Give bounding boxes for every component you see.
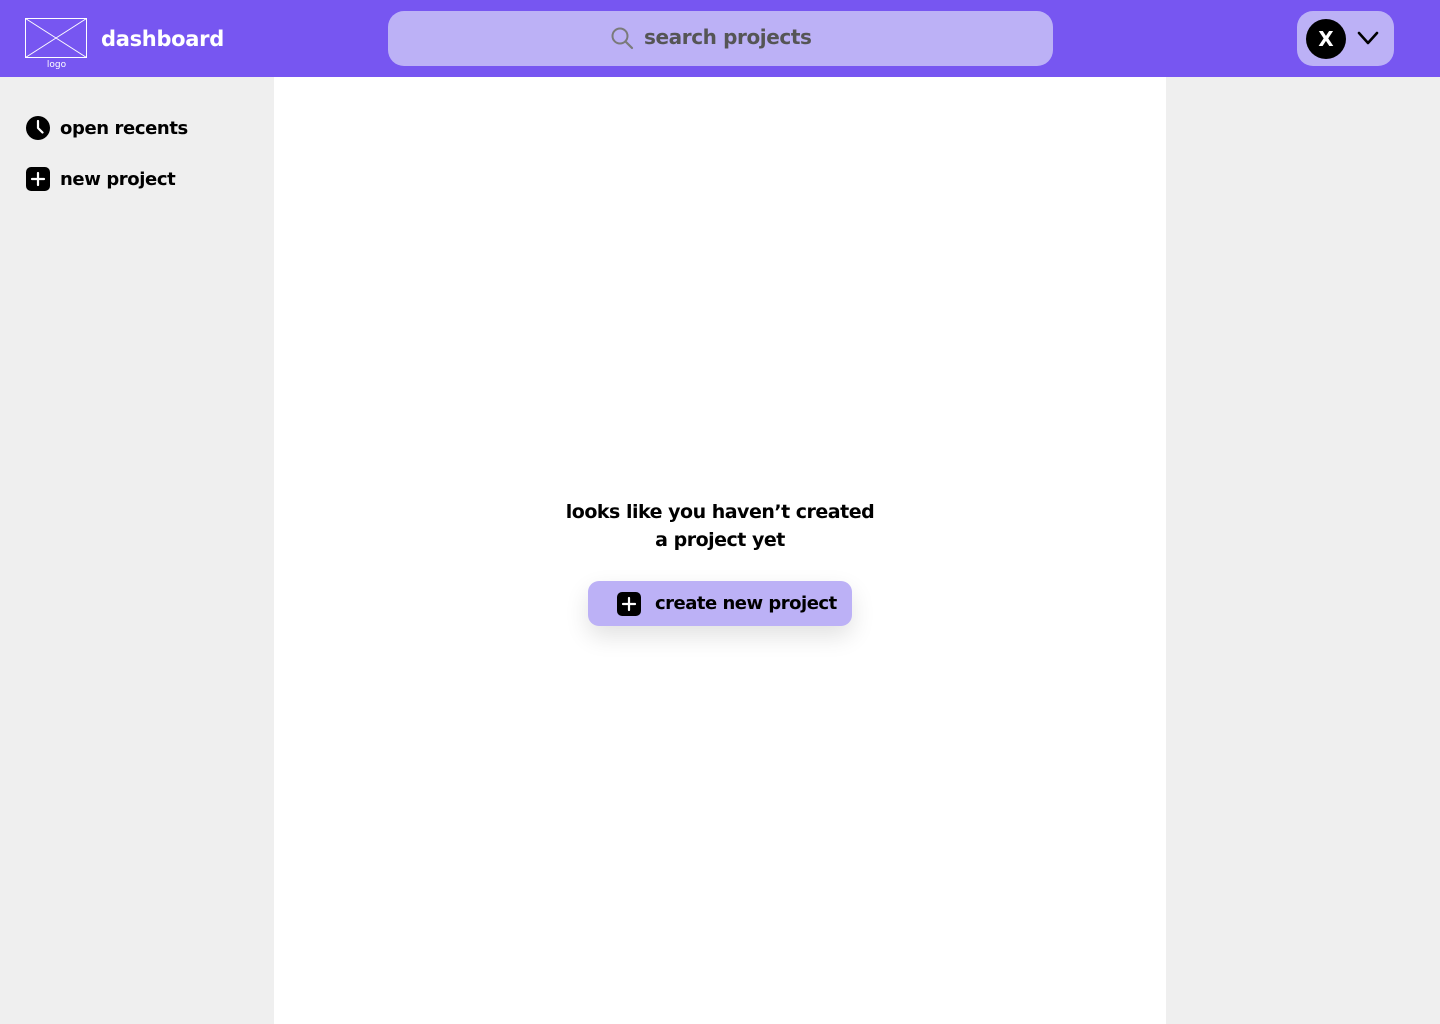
- logo-caption: logo: [46, 60, 67, 70]
- sidebar-item-open-recents[interactable]: open recents: [26, 114, 188, 142]
- plus-square-icon: [26, 167, 50, 191]
- clock-icon: [26, 116, 50, 140]
- sidebar-item-label: new project: [60, 168, 176, 190]
- avatar[interactable]: X: [1306, 19, 1346, 59]
- create-button-label: create new project: [655, 593, 837, 614]
- create-new-project-button[interactable]: create new project: [588, 581, 852, 626]
- sidebar-item-label: open recents: [60, 117, 188, 139]
- right-panel: [1166, 77, 1440, 1024]
- sidebar: [0, 77, 273, 1024]
- app-window: logo dashboard X open recents new projec…: [0, 0, 1440, 1024]
- search-icon: [611, 27, 634, 50]
- sidebar-item-new-project[interactable]: new project: [26, 165, 176, 193]
- search-input[interactable]: [644, 22, 1024, 52]
- empty-state-message: looks like you haven’t created a project…: [520, 498, 920, 554]
- chevron-down-icon[interactable]: [1357, 30, 1379, 46]
- logo-placeholder-icon[interactable]: [25, 18, 87, 58]
- page-title: dashboard: [101, 27, 224, 51]
- empty-state-line-1: looks like you haven’t created: [565, 501, 875, 523]
- empty-state-line-2: a project yet: [655, 529, 785, 551]
- plus-square-icon: [617, 591, 641, 616]
